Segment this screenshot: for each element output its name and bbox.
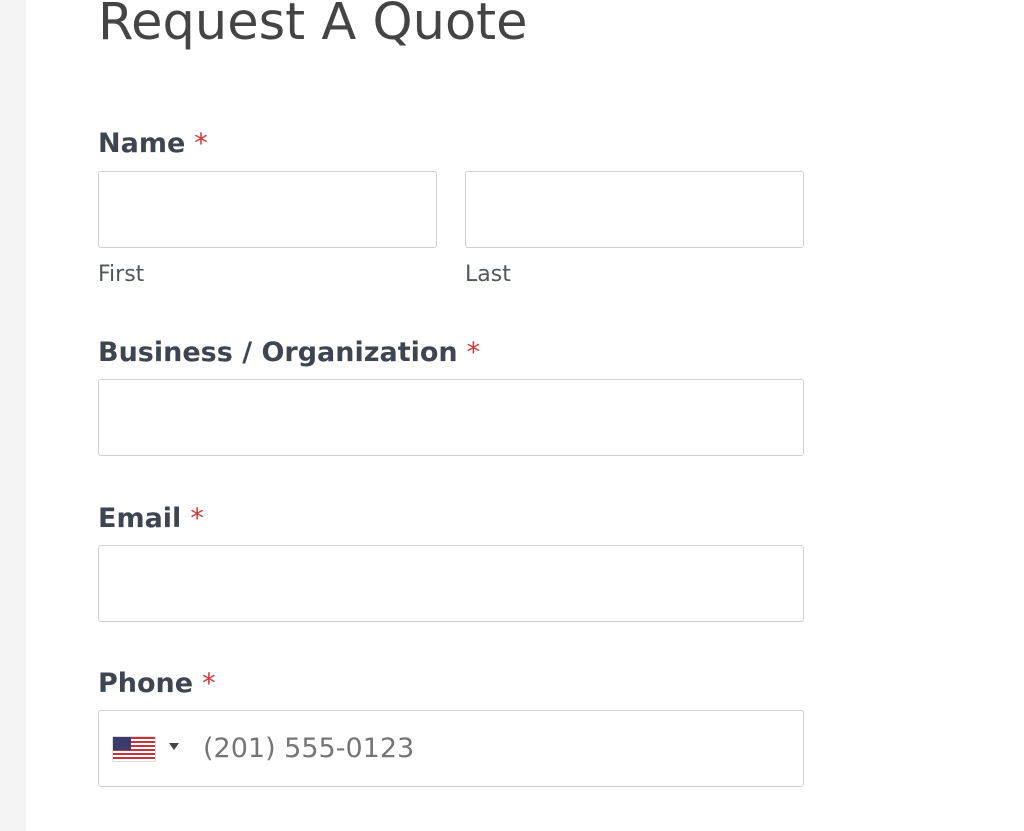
required-marker: * [202, 668, 216, 699]
last-name-sublabel: Last [465, 262, 511, 287]
us-flag-canton [113, 737, 131, 750]
phone-label: Phone * [98, 670, 216, 697]
email-input[interactable] [98, 545, 804, 622]
email-label: Email * [98, 505, 204, 532]
phone-label-text: Phone [98, 668, 194, 699]
first-name-input[interactable] [98, 171, 437, 248]
required-marker: * [466, 337, 481, 368]
phone-input[interactable] [191, 713, 815, 783]
quote-form-page: Request A Quote Name * First Last Busines… [26, 0, 1024, 831]
name-label-text: Name [98, 128, 186, 159]
phone-field [98, 710, 815, 787]
page-title: Request A Quote [98, 0, 528, 52]
required-marker: * [194, 128, 208, 159]
business-input[interactable] [98, 379, 804, 456]
name-label: Name * [98, 130, 208, 157]
last-name-input[interactable] [465, 171, 804, 248]
caret-down-icon [169, 743, 179, 750]
email-label-text: Email [98, 503, 182, 534]
us-flag-icon [113, 737, 155, 761]
business-label: Business / Organization * [98, 339, 480, 366]
business-label-text: Business / Organization [98, 337, 458, 368]
country-selector[interactable] [113, 735, 187, 763]
first-name-sublabel: First [98, 262, 145, 287]
required-marker: * [190, 503, 204, 534]
page-gutter [0, 0, 26, 831]
